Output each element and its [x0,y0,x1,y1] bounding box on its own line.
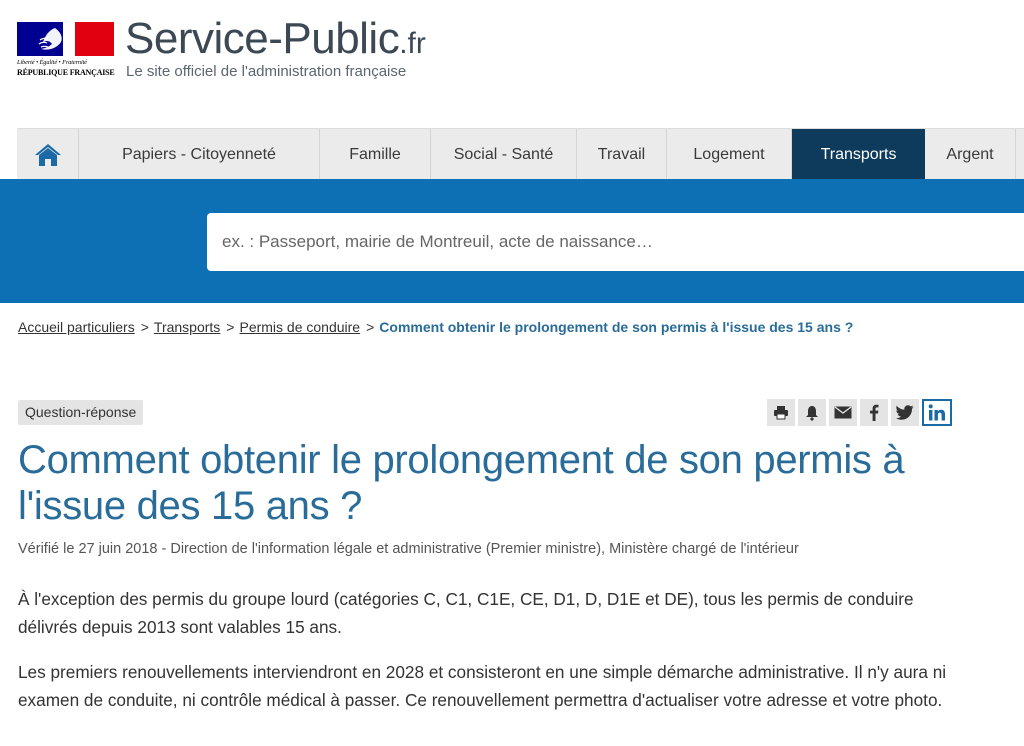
site-header: Liberté • Égalité • Fraternité RÉPUBLIQU… [0,0,1024,128]
home-icon [34,143,61,166]
linkedin-icon [928,404,945,421]
nav-item-social-sante[interactable]: Social - Santé [431,129,577,180]
nav-item-famille[interactable]: Famille [320,129,431,180]
print-icon [774,406,788,420]
marianne-flag-icon [17,22,114,56]
content-paragraph: À l'exception des permis du groupe lourd… [18,589,914,637]
breadcrumb-link-transports[interactable]: Transports [154,319,220,335]
page-title: Comment obtenir le prolongement de son p… [18,438,905,528]
nav-item-travail[interactable]: Travail [577,129,667,180]
content-paragraph: Les premiers renouvellements interviendr… [18,662,947,710]
republic-motto: Liberté • Égalité • Fraternité [17,59,87,66]
breadcrumb: Accueil particuliers > Transports > Permis d… [18,319,853,335]
site-brand[interactable]: Service-Public.fr [125,14,426,64]
breadcrumb-separator: > [140,319,149,335]
breadcrumb-link-accueil[interactable]: Accueil particuliers [18,319,135,335]
verification-notice: Vérifié le 27 juin 2018 - Direction de l… [18,541,799,557]
mail-icon [834,406,852,419]
twitter-share-button[interactable] [891,399,919,426]
facebook-share-button[interactable] [860,399,888,426]
site-name: Service-Public [125,14,400,63]
site-tld: .fr [399,27,426,60]
search-band [0,179,1024,303]
breadcrumb-separator: > [226,319,235,335]
nav-item-transports[interactable]: Transports [792,129,925,180]
twitter-icon [896,405,914,420]
content-type-badge: Question-réponse [18,400,144,425]
nav-home-button[interactable] [17,129,79,180]
nav-item-argent[interactable]: Argent [925,129,1016,180]
republic-name: RÉPUBLIQUE FRANÇAISE [17,68,115,77]
search-input[interactable] [207,213,1024,271]
nav-item-logement[interactable]: Logement [667,129,792,180]
bell-icon [806,405,818,421]
breadcrumb-link-permis[interactable]: Permis de conduire [239,319,360,335]
alert-button[interactable] [798,399,826,426]
nav-item-papiers-citoyennete[interactable]: Papiers - Citoyenneté [79,129,320,180]
share-toolbar [767,399,952,426]
email-share-button[interactable] [829,399,857,426]
facebook-icon [870,404,879,421]
print-button[interactable] [767,399,795,426]
republique-francaise-logo[interactable]: Liberté • Égalité • Fraternité RÉPUBLIQU… [17,22,115,80]
breadcrumb-separator: > [366,319,375,335]
site-tagline: Le site officiel de l'administration fra… [126,63,407,80]
breadcrumb-current: Comment obtenir le prolongement de son p… [379,319,854,335]
main-navigation: Papiers - Citoyenneté Famille Social - S… [17,128,1024,180]
linkedin-share-button[interactable] [922,399,952,426]
